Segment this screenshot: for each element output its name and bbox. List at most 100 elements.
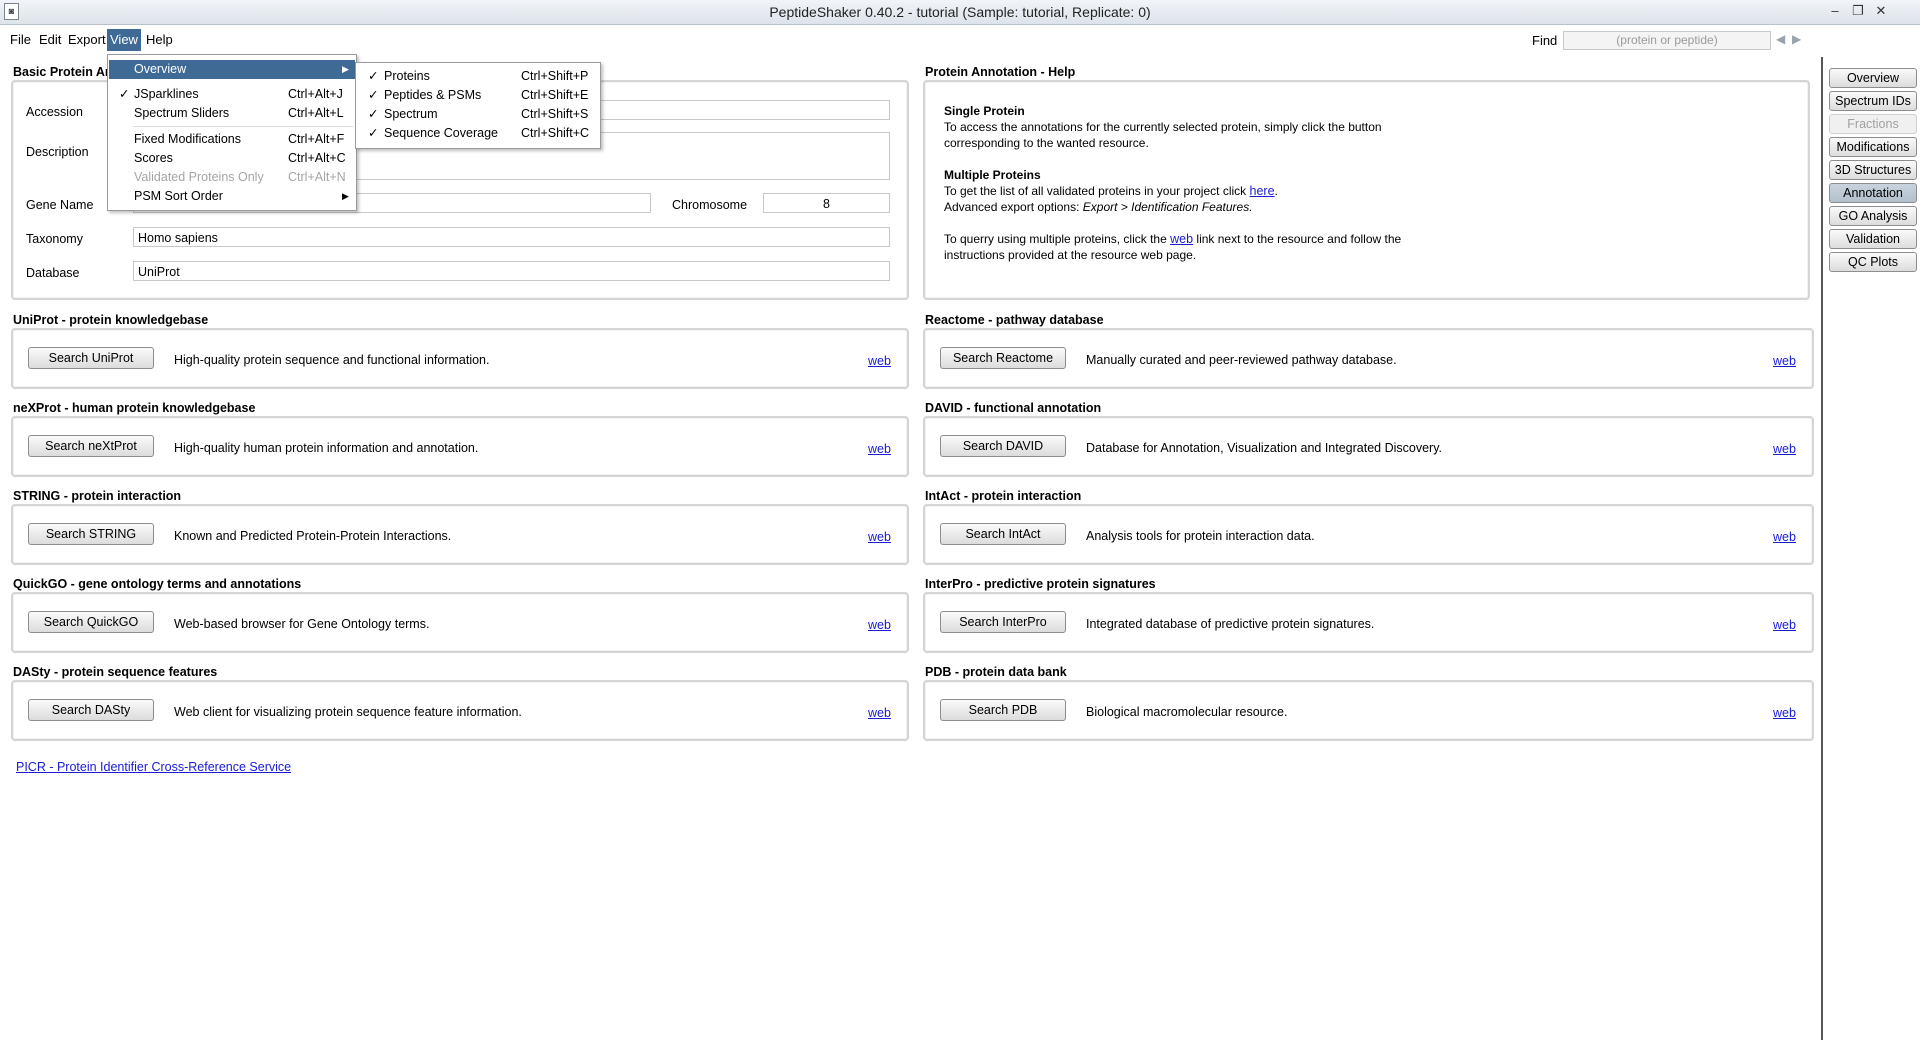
resource-title: PDB - protein data bank xyxy=(925,665,1067,679)
here-link[interactable]: here xyxy=(1250,184,1275,198)
check-icon: ✓ xyxy=(368,88,379,102)
resource-title: InterPro - predictive protein signatures xyxy=(925,577,1156,591)
maximize-icon[interactable]: ❐ xyxy=(1847,2,1869,20)
minimize-icon[interactable]: – xyxy=(1824,2,1846,20)
search-nextprot-button[interactable]: Search neXtProt xyxy=(28,435,154,457)
menu-item-shortcut: Ctrl+Alt+J xyxy=(288,87,343,101)
menu-item-fixed-modifications[interactable]: Fixed Modifications Ctrl+Alt+F xyxy=(109,130,355,149)
search-uniprot-button[interactable]: Search UniProt xyxy=(28,347,154,369)
submenu-arrow-icon: ▶ xyxy=(342,191,349,201)
submenu-item-spectrum[interactable]: ✓ Spectrum Ctrl+Shift+S xyxy=(357,105,599,124)
menu-item-scores[interactable]: Scores Ctrl+Alt+C xyxy=(109,149,355,168)
nav-fractions-button[interactable]: Fractions xyxy=(1829,114,1917,134)
database-field[interactable]: UniProt xyxy=(133,261,890,281)
submenu-arrow-icon: ▶ xyxy=(342,64,349,74)
nav-qc-plots-button[interactable]: QC Plots xyxy=(1829,252,1917,272)
menu-item-label: Peptides & PSMs xyxy=(384,88,482,102)
resource-description: Web client for visualizing protein seque… xyxy=(174,705,522,719)
nav-go-analysis-button[interactable]: GO Analysis xyxy=(1829,206,1917,226)
single-protein-text: To access the annotations for the curren… xyxy=(944,120,1382,150)
menu-item-spectrum-sliders[interactable]: Spectrum Sliders Ctrl+Alt+L xyxy=(109,104,355,123)
nav-overview-button[interactable]: Overview xyxy=(1829,68,1917,88)
title-bar: ◙ PeptideShaker 0.40.2 - tutorial (Sampl… xyxy=(0,0,1920,25)
dasty-web-link[interactable]: web xyxy=(868,706,891,720)
resource-title: IntAct - protein interaction xyxy=(925,489,1082,503)
close-icon[interactable]: ✕ xyxy=(1870,2,1892,20)
nextprot-web-link[interactable]: web xyxy=(868,442,891,456)
search-intact-button[interactable]: Search IntAct xyxy=(940,523,1066,545)
check-icon: ✓ xyxy=(368,69,379,83)
search-pdb-button[interactable]: Search PDB xyxy=(940,699,1066,721)
resource-description: Manually curated and peer-reviewed pathw… xyxy=(1086,353,1397,367)
pdb-web-link[interactable]: web xyxy=(1773,706,1796,720)
uniprot-web-link[interactable]: web xyxy=(868,354,891,368)
nav-annotation-button[interactable]: Annotation xyxy=(1829,183,1917,203)
menu-item-overview[interactable]: Overview ▶ xyxy=(109,60,355,79)
search-string-button[interactable]: Search STRING xyxy=(28,523,154,545)
chromosome-label: Chromosome xyxy=(672,198,748,212)
search-david-button[interactable]: Search DAVID xyxy=(940,435,1066,457)
overview-submenu: ✓ Proteins Ctrl+Shift+P ✓ Peptides & PSM… xyxy=(355,62,601,149)
find-next-icon[interactable]: ▶ xyxy=(1792,32,1801,46)
resource-description: Integrated database of predictive protei… xyxy=(1086,617,1375,631)
right-nav-panel xyxy=(1821,57,1920,1040)
submenu-item-peptides[interactable]: ✓ Peptides & PSMs Ctrl+Shift+E xyxy=(357,86,599,105)
resource-description: Analysis tools for protein interaction d… xyxy=(1086,529,1315,543)
submenu-item-proteins[interactable]: ✓ Proteins Ctrl+Shift+P xyxy=(357,67,599,86)
search-reactome-button[interactable]: Search Reactome xyxy=(940,347,1066,369)
nav-modifications-button[interactable]: Modifications xyxy=(1829,137,1917,157)
menu-item-psm-sort-order[interactable]: PSM Sort Order ▶ xyxy=(109,187,355,206)
menu-item-shortcut: Ctrl+Alt+C xyxy=(288,151,346,165)
menu-item-shortcut: Ctrl+Alt+F xyxy=(288,132,345,146)
menu-item-label: Spectrum Sliders xyxy=(134,106,230,120)
menu-export[interactable]: Export xyxy=(65,29,109,51)
picr-link[interactable]: PICR - Protein Identifier Cross-Referenc… xyxy=(16,760,291,774)
menu-item-shortcut: Ctrl+Shift+S xyxy=(521,107,589,121)
query-text: To querry using multiple proteins, click… xyxy=(944,232,1167,246)
search-interpro-button[interactable]: Search InterPro xyxy=(940,611,1066,633)
string-web-link[interactable]: web xyxy=(868,530,891,544)
menu-item-label: Overview xyxy=(134,62,187,76)
nav-3d-structures-button[interactable]: 3D Structures xyxy=(1829,160,1917,180)
advanced-export-text: Advanced export options: xyxy=(944,200,1080,214)
menu-item-shortcut: Ctrl+Shift+P xyxy=(521,69,589,83)
resource-title: QuickGO - gene ontology terms and annota… xyxy=(13,577,302,591)
find-previous-icon[interactable]: ◀ xyxy=(1776,32,1785,46)
submenu-item-sequence-coverage[interactable]: ✓ Sequence Coverage Ctrl+Shift+C xyxy=(357,124,599,143)
menu-item-shortcut: Ctrl+Shift+E xyxy=(521,88,589,102)
search-quickgo-button[interactable]: Search QuickGO xyxy=(28,611,154,633)
help-web-link[interactable]: web xyxy=(1170,232,1193,246)
resource-description: High-quality human protein information a… xyxy=(174,441,479,455)
resource-title: DASty - protein sequence features xyxy=(13,665,218,679)
export-path-text: Export > Identification Features. xyxy=(1082,200,1253,214)
nav-validation-button[interactable]: Validation xyxy=(1829,229,1917,249)
quickgo-web-link[interactable]: web xyxy=(868,618,891,632)
single-protein-heading: Single Protein xyxy=(944,104,1025,118)
resource-description: Known and Predicted Protein-Protein Inte… xyxy=(174,529,452,543)
taxonomy-field[interactable]: Homo sapiens xyxy=(133,227,890,247)
menu-item-validated-only[interactable]: Validated Proteins Only Ctrl+Alt+N xyxy=(109,168,355,187)
menu-file[interactable]: File xyxy=(7,29,34,51)
gene-name-label: Gene Name xyxy=(26,198,94,212)
description-label: Description xyxy=(26,145,89,159)
menu-item-shortcut: Ctrl+Shift+C xyxy=(521,126,590,140)
chromosome-field[interactable]: 8 xyxy=(763,193,890,213)
menu-help[interactable]: Help xyxy=(143,29,176,51)
intact-web-link[interactable]: web xyxy=(1773,530,1796,544)
reactome-web-link[interactable]: web xyxy=(1773,354,1796,368)
resource-title: DAVID - functional annotation xyxy=(925,401,1102,415)
menu-edit[interactable]: Edit xyxy=(36,29,64,51)
resource-description: Biological macromolecular resource. xyxy=(1086,705,1288,719)
multiple-proteins-text: To get the list of all validated protein… xyxy=(944,184,1247,198)
nav-spectrum-ids-button[interactable]: Spectrum IDs xyxy=(1829,91,1917,111)
window-title: PeptideShaker 0.40.2 - tutorial (Sample:… xyxy=(769,4,1151,20)
david-web-link[interactable]: web xyxy=(1773,442,1796,456)
menu-item-label: PSM Sort Order xyxy=(134,189,223,203)
find-label: Find xyxy=(1532,33,1558,48)
menu-item-jsparklines[interactable]: ✓ JSparklines Ctrl+Alt+J xyxy=(109,85,355,104)
menu-view[interactable]: View xyxy=(107,29,141,51)
find-input[interactable]: (protein or peptide) xyxy=(1563,31,1771,50)
search-dasty-button[interactable]: Search DASty xyxy=(28,699,154,721)
interpro-web-link[interactable]: web xyxy=(1773,618,1796,632)
menu-item-label: Fixed Modifications xyxy=(134,132,241,146)
